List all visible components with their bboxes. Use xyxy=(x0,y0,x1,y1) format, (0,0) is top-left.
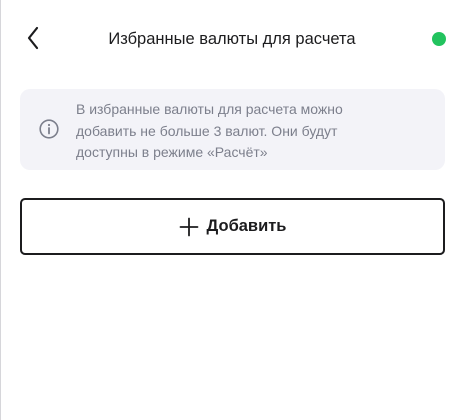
favorite-currencies-screen: Избранные валюты для расчета В избранные… xyxy=(0,0,464,420)
page-title: Избранные валюты для расчета xyxy=(108,30,356,48)
chevron-left-icon xyxy=(27,26,39,50)
add-button-content: Добавить xyxy=(179,217,287,237)
info-text: В избранные валюты для расчета можно доб… xyxy=(76,99,426,164)
plus-icon xyxy=(179,217,198,236)
info-text-line: В избранные валюты для расчета можно xyxy=(76,101,343,117)
info-circle-icon xyxy=(39,119,59,139)
back-button[interactable] xyxy=(18,23,48,53)
status-dot-icon xyxy=(432,32,446,46)
info-notice: В избранные валюты для расчета можно доб… xyxy=(20,89,445,170)
header: Избранные валюты для расчета xyxy=(0,0,464,78)
info-text-line: добавить не больше 3 валют. Они будут xyxy=(76,122,338,139)
info-text-line: доступны в режиме «Расчёт» xyxy=(76,144,268,160)
add-currency-button[interactable]: Добавить xyxy=(20,198,445,255)
add-button-label: Добавить xyxy=(206,217,287,235)
